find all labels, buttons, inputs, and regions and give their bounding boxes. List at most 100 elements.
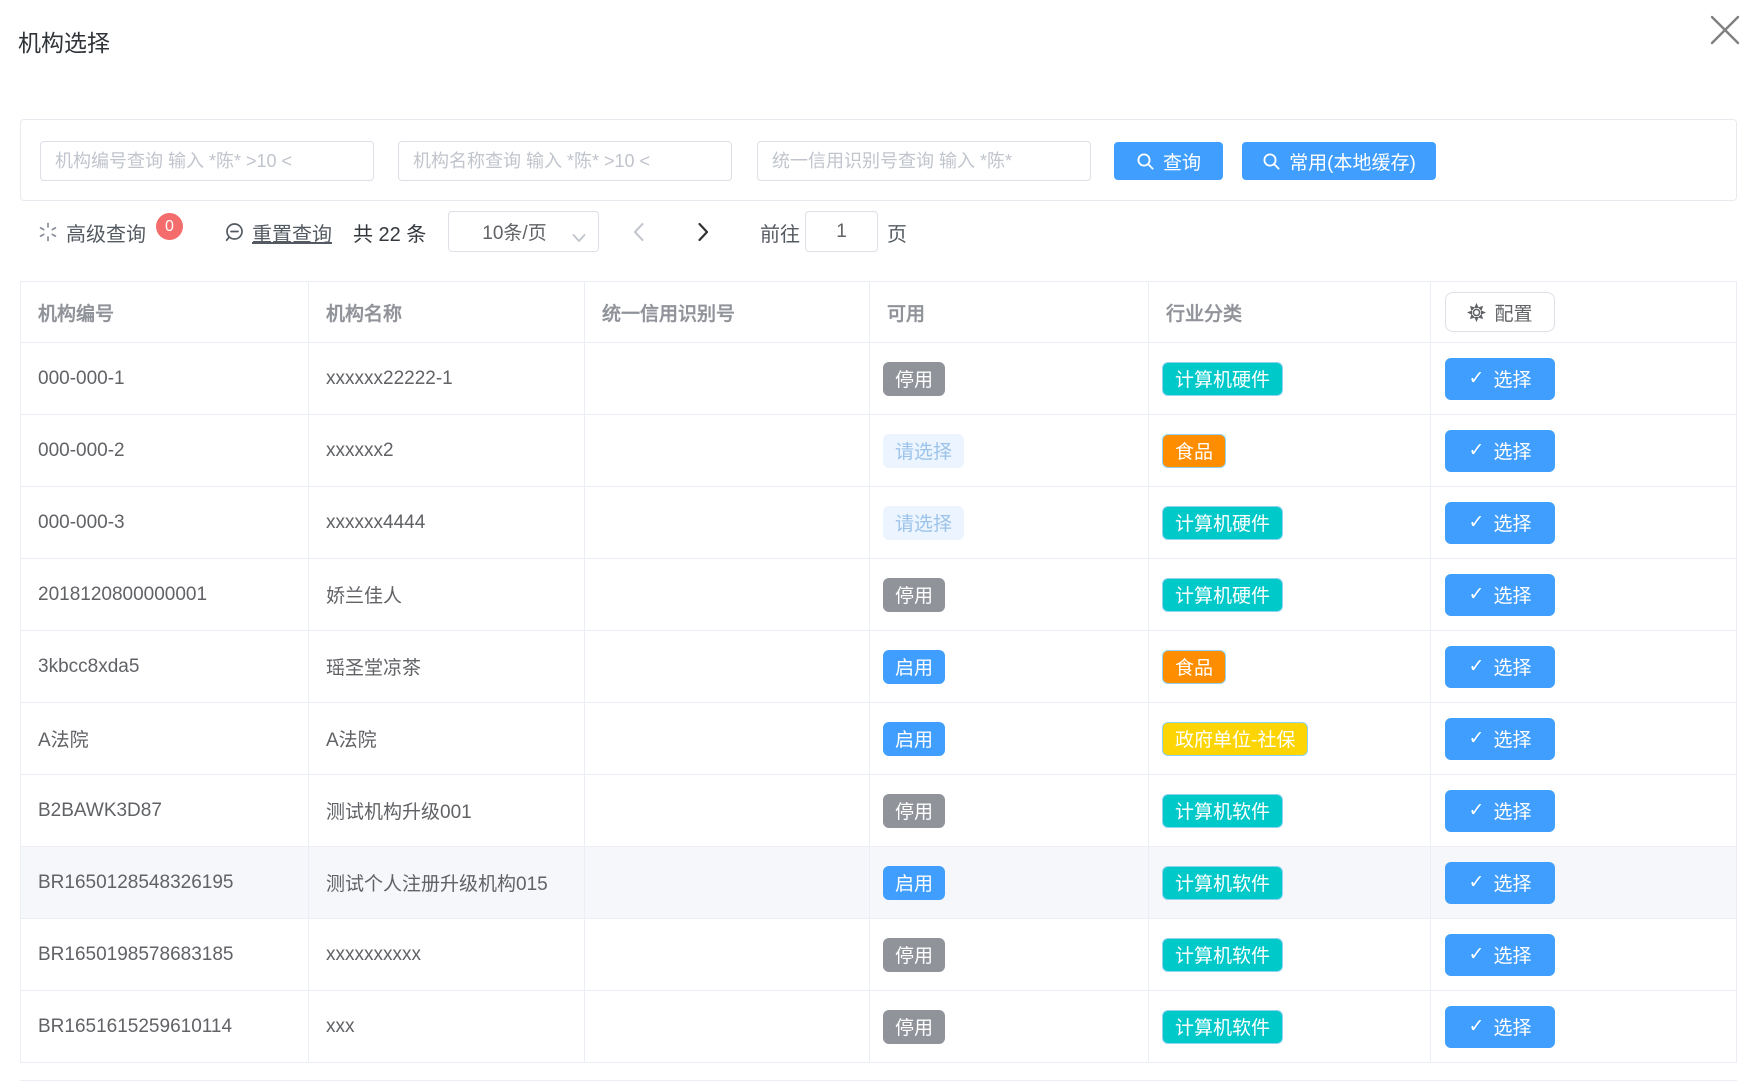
col-header-org-code: 机构编号 [21,282,309,343]
col-header-available: 可用 [870,282,1149,343]
org-code-cell: 000-000-1 [21,343,309,415]
org-code-input[interactable] [40,141,374,181]
common-cache-button[interactable]: 常用(本地缓存) [1242,142,1436,180]
advanced-query-badge: 0 [156,213,183,240]
credit-id-cell [585,775,870,847]
status-badge[interactable]: 启用 [883,866,945,900]
goto-page-input[interactable] [805,211,878,252]
table-row: 000-000-1 xxxxxx22222-1 停用 计算机硬件 ✓ 选择 [21,343,1737,415]
org-name-cell: 测试个人注册升级机构015 [309,847,585,919]
org-code-cell: BR1651615259610114 [21,991,309,1063]
status-badge[interactable]: 停用 [883,1010,945,1044]
advanced-query-label: 高级查询 [66,218,146,247]
credit-id-cell [585,991,870,1063]
reset-query-link[interactable]: 重置查询 [224,207,332,257]
org-table: 机构编号 机构名称 统一信用识别号 可用 行业分类 配置 000-000-1 [20,281,1737,1063]
select-button-label: 选择 [1493,797,1531,824]
select-button-label: 选择 [1493,653,1531,680]
table-body: 000-000-1 xxxxxx22222-1 停用 计算机硬件 ✓ 选择 00… [21,343,1737,1063]
select-button-label: 选择 [1493,437,1531,464]
check-icon: ✓ [1469,799,1485,822]
prev-page-button[interactable] [623,207,653,257]
select-button[interactable]: ✓ 选择 [1445,1006,1555,1048]
industry-badge: 计算机硬件 [1162,578,1283,612]
status-badge[interactable]: 停用 [883,362,945,396]
toolbar: 高级查询 0 重置查询 共 22 条 10条/页 前往 页 [0,207,1757,257]
bottom-divider [20,1080,1737,1081]
check-icon: ✓ [1469,511,1485,534]
select-button[interactable]: ✓ 选择 [1445,502,1555,544]
credit-id-cell [585,559,870,631]
industry-badge: 计算机硬件 [1162,506,1283,540]
advanced-query-link[interactable]: 高级查询 [38,207,146,257]
org-code-cell: 2018120800000001 [21,559,309,631]
industry-badge: 政府单位-社保 [1162,722,1308,756]
credit-id-cell [585,415,870,487]
select-button-label: 选择 [1493,365,1531,392]
select-button[interactable]: ✓ 选择 [1445,574,1555,616]
config-button[interactable]: 配置 [1445,292,1555,332]
common-cache-button-label: 常用(本地缓存) [1289,148,1416,175]
table-row: 2018120800000001 娇兰佳人 停用 计算机硬件 ✓ 选择 [21,559,1737,631]
org-code-cell: 000-000-3 [21,487,309,559]
select-button-label: 选择 [1493,725,1531,752]
select-button[interactable]: ✓ 选择 [1445,430,1555,472]
industry-badge: 计算机硬件 [1162,362,1283,396]
org-name-cell: xxxxxx2 [309,415,585,487]
table-row: BR1650128548326195 测试个人注册升级机构015 启用 计算机软… [21,847,1737,919]
close-icon[interactable] [1705,10,1745,50]
industry-badge: 计算机软件 [1162,938,1283,972]
org-name-cell: xxxxxx22222-1 [309,343,585,415]
col-header-credit-id: 统一信用识别号 [585,282,870,343]
check-icon: ✓ [1469,583,1485,606]
col-header-industry: 行业分类 [1149,282,1431,343]
check-icon: ✓ [1469,655,1485,678]
select-button[interactable]: ✓ 选择 [1445,790,1555,832]
status-badge[interactable]: 启用 [883,722,945,756]
select-button[interactable]: ✓ 选择 [1445,934,1555,976]
select-button-label: 选择 [1493,941,1531,968]
gear-icon [1467,303,1486,322]
org-name-cell: xxxxxx4444 [309,487,585,559]
zoom-out-icon [224,222,245,243]
query-button-label: 查询 [1163,148,1201,175]
credit-id-cell [585,343,870,415]
check-icon: ✓ [1469,439,1485,462]
industry-badge: 食品 [1162,434,1226,468]
table-header-row: 机构编号 机构名称 统一信用识别号 可用 行业分类 配置 [21,282,1737,343]
status-badge[interactable]: 请选择 [883,506,964,540]
org-code-cell: 000-000-2 [21,415,309,487]
industry-badge: 食品 [1162,650,1226,684]
org-name-cell: 娇兰佳人 [309,559,585,631]
status-badge[interactable]: 停用 [883,794,945,828]
page-unit-label: 页 [887,207,907,257]
search-icon [1262,152,1281,171]
credit-id-cell [585,631,870,703]
org-code-cell: 3kbcc8xda5 [21,631,309,703]
org-code-cell: BR1650198578683185 [21,919,309,991]
select-button[interactable]: ✓ 选择 [1445,646,1555,688]
select-button[interactable]: ✓ 选择 [1445,358,1555,400]
query-button[interactable]: 查询 [1114,142,1223,180]
table-row: 3kbcc8xda5 瑶圣堂凉茶 启用 食品 ✓ 选择 [21,631,1737,703]
page-size-select[interactable]: 10条/页 [448,211,599,252]
credit-id-input[interactable] [757,141,1091,181]
org-name-cell: xxx [309,991,585,1063]
status-badge[interactable]: 请选择 [883,434,964,468]
status-badge[interactable]: 停用 [883,578,945,612]
credit-id-cell [585,919,870,991]
status-badge[interactable]: 停用 [883,938,945,972]
org-name-cell: A法院 [309,703,585,775]
total-count: 共 22 条 [353,207,426,257]
select-button-label: 选择 [1493,869,1531,896]
status-badge[interactable]: 启用 [883,650,945,684]
credit-id-cell [585,487,870,559]
page-size-value: 10条/页 [482,218,546,245]
org-name-input[interactable] [398,141,732,181]
select-button[interactable]: ✓ 选择 [1445,862,1555,904]
org-name-cell: xxxxxxxxxx [309,919,585,991]
next-page-button[interactable] [688,207,718,257]
select-button[interactable]: ✓ 选择 [1445,718,1555,760]
industry-badge: 计算机软件 [1162,1010,1283,1044]
table-row: A法院 A法院 启用 政府单位-社保 ✓ 选择 [21,703,1737,775]
